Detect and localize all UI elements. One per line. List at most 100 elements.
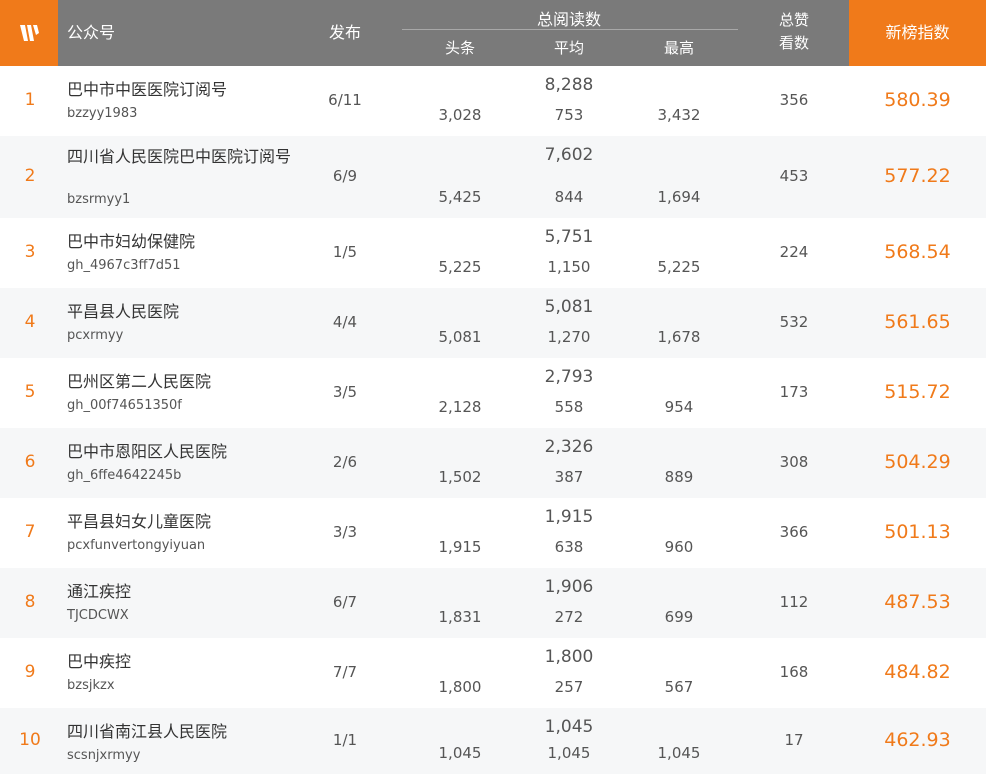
account-id: pcxrmyy [67,328,124,343]
header-likes: 总赞 看数 [750,9,838,55]
table-row[interactable]: 7 平昌县妇女儿童医院 pcxfunvertongyiyuan 3/3 1,915 1,9… [0,498,986,568]
index-score: 580.39 [884,89,951,111]
account-title: 通江疾控 [67,582,132,601]
table-row[interactable]: 5 巴州区第二人民医院 gh_00f74651350f 3/5 2,793 2,128 55… [0,358,986,428]
ranking-table: 公众号 发布 总阅读数 头条 平均 最高 总赞 看数 新榜指数 1 巴中市中医医院… [0,0,986,774]
total-reads: 7,602 [544,145,594,165]
head-reads: 1,831 [438,608,482,626]
head-reads: 5,081 [438,328,482,346]
table-row[interactable]: 8 通江疾控 TJCDCWX 6/7 1,906 1,831 272 699 112 487.53 [0,568,986,638]
max-reads: 699 [664,608,694,626]
table-row[interactable]: 3 巴中市妇幼保健院 gh_4967c3ff7d51 1/5 5,751 5,225 1,1… [0,218,986,288]
total-reads: 1,800 [544,647,594,667]
max-reads: 954 [664,398,694,416]
publish-count: 7/7 [332,663,358,681]
header-publish: 发布 [328,23,361,42]
rank-number: 3 [24,242,36,262]
rank-number: 2 [24,166,36,186]
account-title: 巴州区第二人民医院 [67,372,212,391]
total-reads: 1,906 [544,577,594,597]
publish-count: 6/9 [332,167,358,185]
account-id: TJCDCWX [67,608,129,623]
max-reads: 889 [664,468,694,486]
head-reads: 1,502 [438,468,482,486]
likes-count: 366 [779,523,809,541]
header-sub-avg: 平均 [553,39,584,57]
total-reads: 5,751 [544,227,594,247]
account-title: 巴中市妇幼保健院 [67,232,196,251]
rank-number: 1 [24,90,36,110]
likes-count: 112 [779,593,809,611]
index-score: 577.22 [884,165,951,187]
index-score: 462.93 [884,729,951,751]
rank-number: 6 [24,452,36,472]
table-row[interactable]: 10 四川省南江县人民医院 scsnjxrmyy 1/1 1,045 1,045 1,045… [0,708,986,774]
header-divider [402,29,738,30]
index-score: 561.65 [884,311,951,333]
avg-reads: 272 [554,608,584,626]
head-reads: 1,915 [438,538,482,556]
head-reads: 3,028 [438,106,482,124]
index-score: 484.82 [884,661,951,683]
table-row[interactable]: 9 巴中疾控 bzsjkzx 7/7 1,800 1,800 257 567 168 484.82 [0,638,986,708]
total-reads: 1,045 [544,717,594,737]
avg-reads: 558 [554,398,584,416]
header-likes-line1: 总赞 [778,11,809,29]
rank-number: 7 [24,522,36,542]
header-sub-max: 最高 [663,39,694,57]
table-header: 公众号 发布 总阅读数 头条 平均 最高 总赞 看数 新榜指数 [0,0,986,66]
max-reads: 1,045 [657,744,701,762]
avg-reads: 1,045 [547,744,591,762]
header-index: 新榜指数 [849,0,986,66]
account-title: 巴中疾控 [67,652,132,671]
likes-count: 173 [779,383,809,401]
likes-count: 17 [784,731,804,749]
account-id: scsnjxrmyy [67,748,141,763]
likes-count: 308 [779,453,809,471]
total-reads: 8,288 [544,75,594,95]
account-title: 平昌县人民医院 [67,302,180,321]
header-total-reads: 总阅读数 [536,10,601,29]
account-id: gh_6ffe4642245b [67,468,182,483]
publish-count: 3/5 [332,383,358,401]
avg-reads: 638 [554,538,584,556]
index-score: 504.29 [884,451,951,473]
account-id: gh_4967c3ff7d51 [67,258,181,273]
publish-count: 2/6 [332,453,358,471]
account-id: gh_00f74651350f [67,398,182,413]
max-reads: 3,432 [657,106,701,124]
avg-reads: 844 [554,188,584,206]
total-reads: 2,326 [544,437,594,457]
table-row[interactable]: 4 平昌县人民医院 pcxrmyy 4/4 5,081 5,081 1,270 1,678 53… [0,288,986,358]
header-sub-head: 头条 [444,39,475,57]
account-id: pcxfunvertongyiyuan [67,538,206,553]
account-id: bzzyy1983 [67,106,138,121]
rank-number: 9 [24,662,36,682]
avg-reads: 257 [554,678,584,696]
total-reads: 2,793 [544,367,594,387]
head-reads: 2,128 [438,398,482,416]
publish-count: 6/11 [328,91,362,109]
table-row[interactable]: 6 巴中市恩阳区人民医院 gh_6ffe4642245b 2/6 2,326 1,502 3… [0,428,986,498]
likes-count: 453 [779,167,809,185]
account-id: bzsrmyy1 [67,192,131,207]
likes-count: 168 [779,663,809,681]
table-row[interactable]: 1 巴中市中医医院订阅号 bzzyy1983 6/11 8,288 3,028 753 3,4… [0,66,986,136]
avg-reads: 753 [554,106,584,124]
max-reads: 1,678 [657,328,701,346]
account-title: 巴中市中医医院订阅号 [67,80,228,99]
rank-number: 5 [24,382,36,402]
publish-count: 1/5 [332,243,358,261]
head-reads: 1,045 [438,744,482,762]
index-score: 487.53 [884,591,951,613]
likes-count: 356 [779,91,809,109]
rank-number: 8 [24,592,36,612]
publish-count: 6/7 [332,593,358,611]
head-reads: 5,225 [438,258,482,276]
max-reads: 567 [664,678,694,696]
table-row[interactable]: 2 四川省人民医院巴中医院订阅号 bzsrmyy1 6/9 7,602 5,425 844 1… [0,136,986,218]
head-reads: 1,800 [438,678,482,696]
avg-reads: 1,270 [547,328,591,346]
index-score: 515.72 [884,381,951,403]
w-logo-icon [0,0,58,66]
